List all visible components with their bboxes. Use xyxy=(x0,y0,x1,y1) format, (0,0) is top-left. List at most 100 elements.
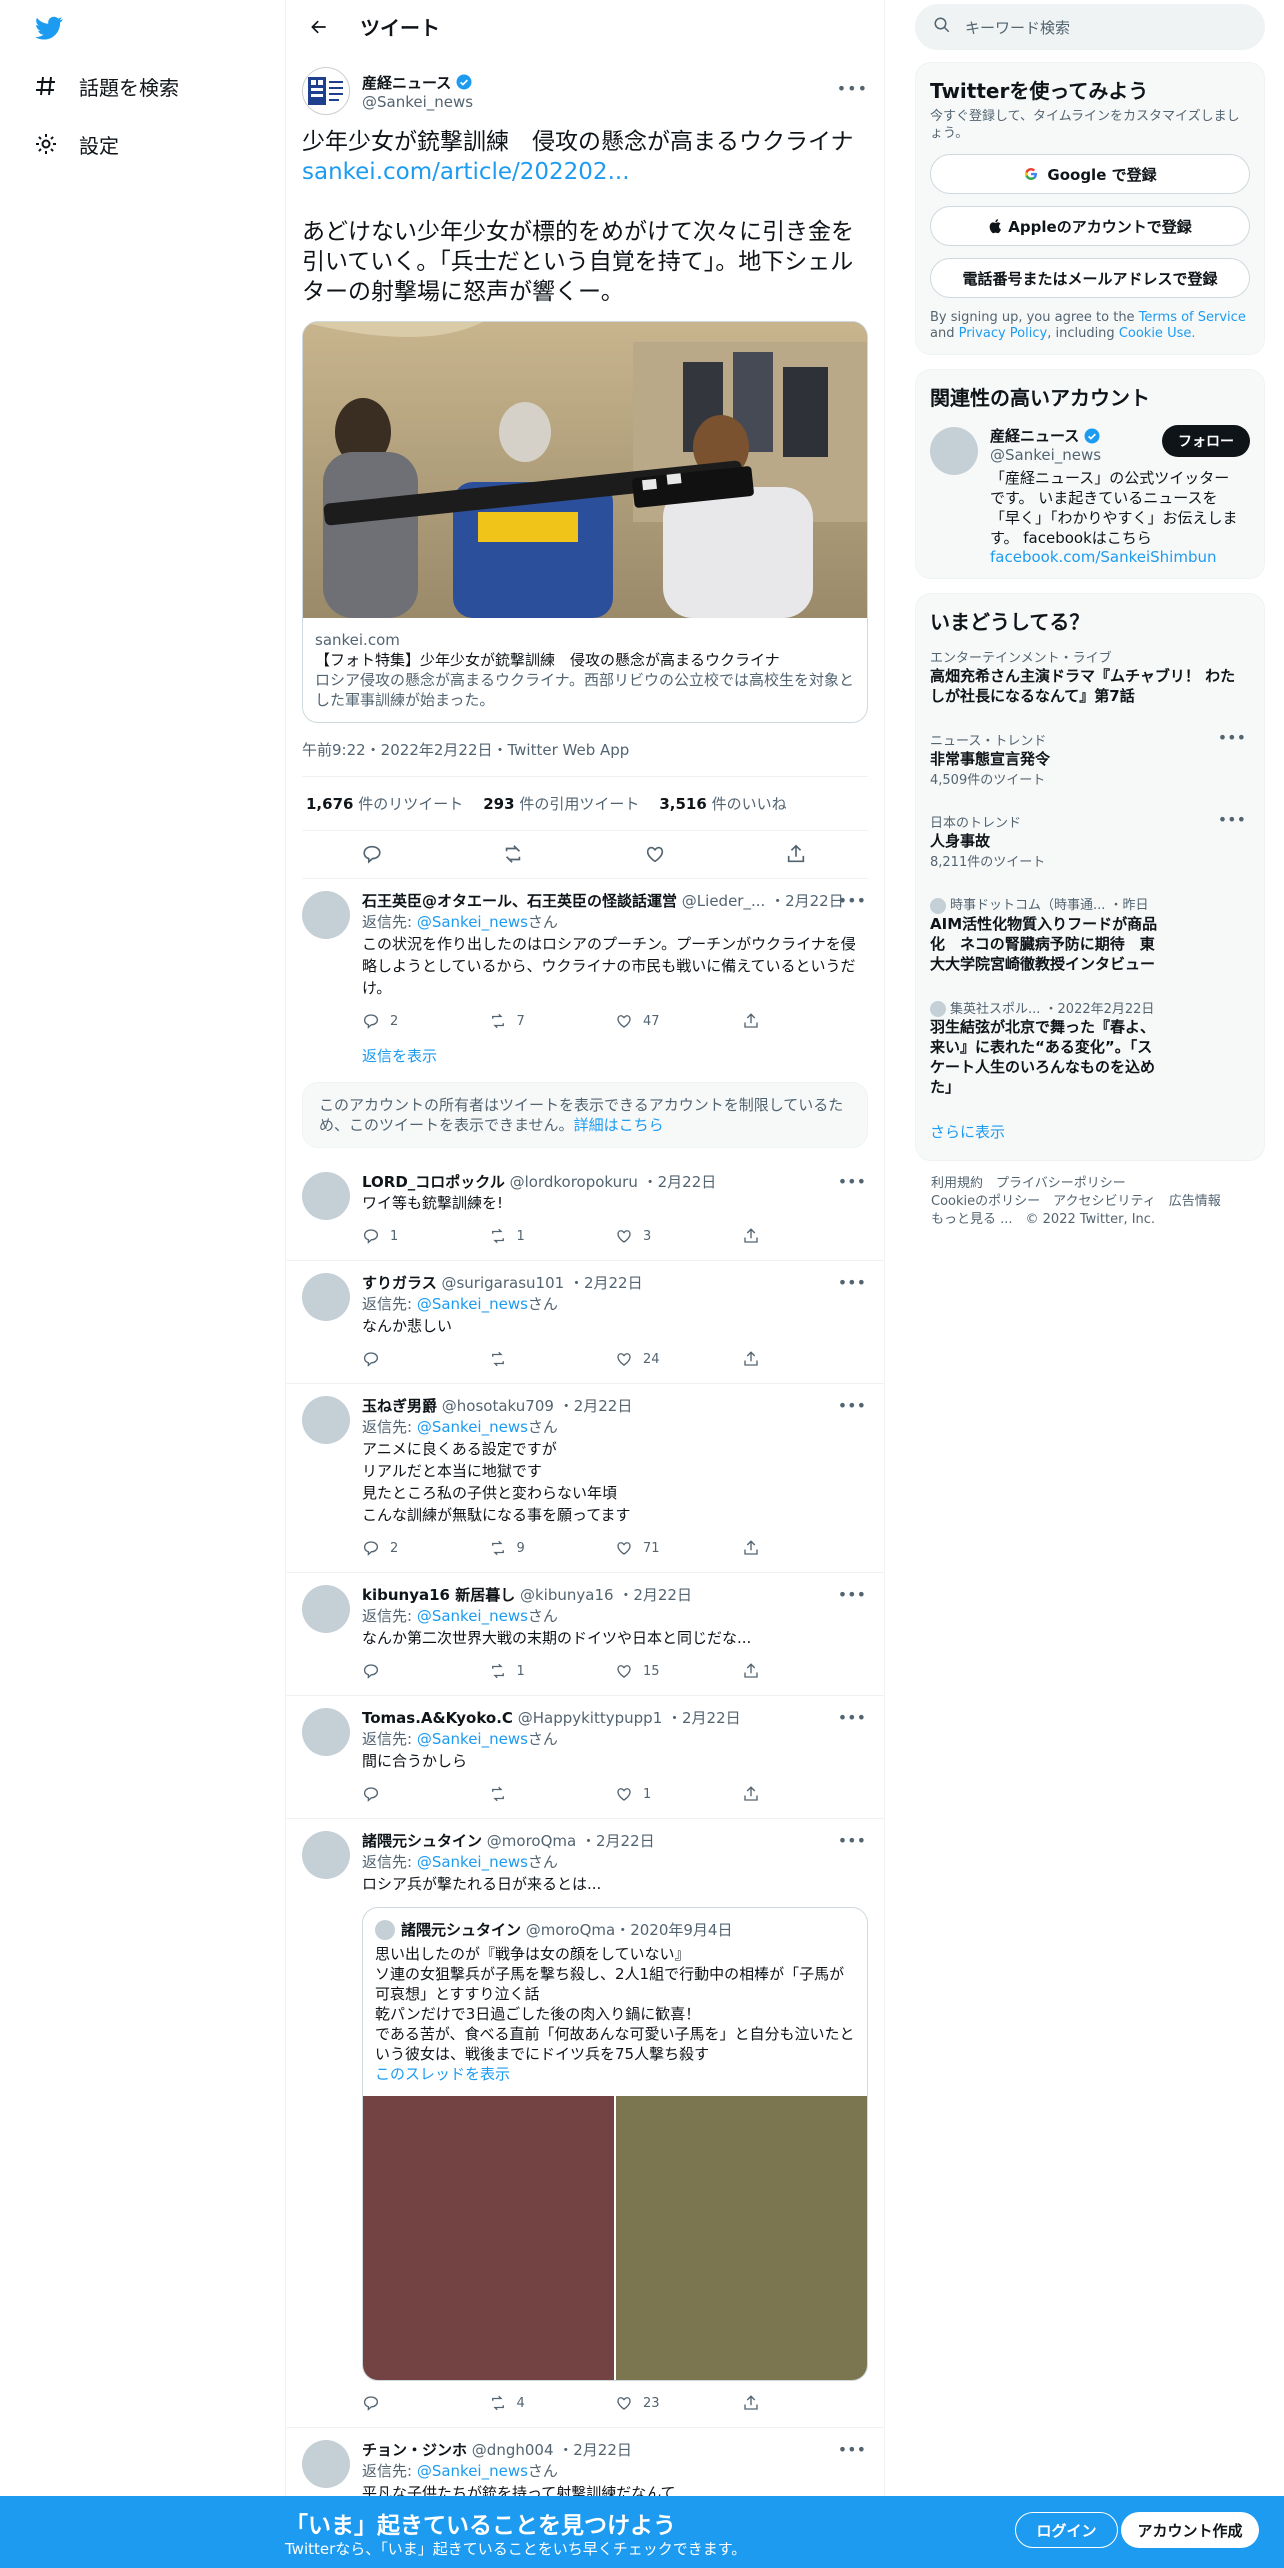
avatar[interactable] xyxy=(930,427,978,475)
show-thread-link[interactable]: このスレッドを表示 xyxy=(375,2064,855,2084)
reply-date[interactable]: ・2月22日 xyxy=(643,1173,717,1191)
reply-author-name[interactable]: 玉ねぎ男爵 xyxy=(362,1397,437,1415)
signup-button[interactable]: アカウント作成 xyxy=(1121,2512,1259,2548)
avatar[interactable] xyxy=(302,1708,350,1756)
quote-image-1[interactable] xyxy=(363,2096,616,2380)
like-button[interactable]: 24 xyxy=(615,1350,742,1368)
trend-item[interactable]: 集英社スポル... ・2022年2月22日 羽生結弦が北京で舞った『春よ、来い』… xyxy=(930,986,1250,1110)
reply-to-link[interactable]: @Sankei_news xyxy=(417,1853,528,1871)
reply-button[interactable] xyxy=(362,1662,489,1680)
share-button[interactable] xyxy=(742,1227,869,1245)
reply-button[interactable] xyxy=(362,1785,489,1803)
tweet-link[interactable]: sankei.com/article/202202... xyxy=(302,157,868,187)
reply-tweet[interactable]: kibunya16 新居暮し @kibunya16 ・2月22日 返信先: @S… xyxy=(286,1573,884,1696)
retweet-button[interactable]: 4 xyxy=(489,2394,616,2412)
trend-item[interactable]: ニュース・トレンド 非常事態宣言発令 4,509件のツイート ••• xyxy=(930,718,1250,800)
phone-email-signup-button[interactable]: 電話番号またはメールアドレスで登録 xyxy=(930,258,1250,298)
reply-tweet[interactable]: LORD_コロポックル @lordkoropokuru ・2月22日 ワイ等も銃… xyxy=(286,1160,884,1261)
twitter-logo-icon[interactable] xyxy=(33,14,65,42)
login-button[interactable]: ログイン xyxy=(1015,2512,1118,2548)
more-options-icon[interactable]: ••• xyxy=(1218,728,1246,747)
like-button[interactable]: 47 xyxy=(615,1012,742,1030)
more-options-icon[interactable]: ••• xyxy=(838,1585,866,1604)
reply-tweet[interactable]: 玉ねぎ男爵 @hosotaku709 ・2月22日 返信先: @Sankei_n… xyxy=(286,1384,884,1573)
reply-handle[interactable]: @moroQma xyxy=(487,1832,576,1850)
footer-line[interactable]: もっと見る ... © 2022 Twitter, Inc. xyxy=(931,1211,1249,1229)
search-input[interactable]: キーワード検索 xyxy=(965,17,1070,38)
reply-author-name[interactable]: 諸隈元シュタイン xyxy=(362,1832,482,1850)
share-button[interactable] xyxy=(742,1012,869,1030)
avatar[interactable] xyxy=(302,1273,350,1321)
reply-author-name[interactable]: チョン・ジンホ xyxy=(362,2441,467,2459)
reply-button[interactable] xyxy=(362,2394,489,2412)
reply-handle[interactable]: @kibunya16 xyxy=(520,1586,614,1604)
like-button[interactable]: 15 xyxy=(615,1662,742,1680)
retweet-button[interactable] xyxy=(489,1785,616,1803)
like-button[interactable]: 3 xyxy=(615,1227,742,1245)
tweet-timestamp[interactable]: 午前9:22・2022年2月22日・Twitter Web App xyxy=(302,723,868,777)
share-button[interactable] xyxy=(742,1785,869,1803)
related-account-link[interactable]: facebook.com/SankeiShimbun xyxy=(990,548,1240,566)
reply-author-name[interactable]: LORD_コロポックル xyxy=(362,1173,505,1191)
author-name[interactable]: 産経ニュース xyxy=(362,72,473,93)
reply-to-link[interactable]: @Sankei_news xyxy=(417,1418,528,1436)
reply-handle[interactable]: @dngh004 xyxy=(472,2441,554,2459)
link-card[interactable]: sankei.com 【フォト特集】少年少女が銃撃訓練 侵攻の懸念が高まるウクラ… xyxy=(302,321,868,723)
share-icon[interactable] xyxy=(785,843,809,867)
more-options-icon[interactable]: ••• xyxy=(1218,810,1246,829)
share-button[interactable] xyxy=(742,2394,869,2412)
retweet-button[interactable]: 1 xyxy=(489,1227,616,1245)
trend-item[interactable]: エンターテインメント・ライブ 高畑充希さん主演ドラマ『ムチャブリ！ わたしが社長… xyxy=(930,635,1250,718)
reply-handle[interactable]: @lordkoropokuru xyxy=(510,1173,638,1191)
share-button[interactable] xyxy=(742,1539,869,1557)
reply-author-name[interactable]: 石王英臣@オタエール、石王英臣の怪談話運営 xyxy=(362,892,677,910)
reply-date[interactable]: ・2月22日 xyxy=(581,1832,655,1850)
share-button[interactable] xyxy=(742,1662,869,1680)
quote-count[interactable]: 293 件の引用ツイート xyxy=(483,793,639,814)
quote-image-2[interactable] xyxy=(616,2096,867,2380)
reply-date[interactable]: ・2月22日 xyxy=(559,1397,633,1415)
reply-tweet[interactable]: 石王英臣@オタエール、石王英臣の怪談話運営 @Lieder_... ・2月22日… xyxy=(286,879,884,1070)
terms-of-service-link[interactable]: Terms of Service xyxy=(1139,310,1246,325)
avatar[interactable] xyxy=(302,1396,350,1444)
reply-tweet[interactable]: すりガラス @surigarasu101 ・2月22日 返信先: @Sankei… xyxy=(286,1261,884,1384)
reply-to-link[interactable]: @Sankei_news xyxy=(417,1607,528,1625)
reply-date[interactable]: ・2月22日 xyxy=(569,1274,643,1292)
related-account[interactable]: 産経ニュース @Sankei_news 「産経ニュース」の公式ツイッターです。 … xyxy=(930,425,1250,566)
author-handle[interactable]: @Sankei_news xyxy=(362,93,473,111)
more-options-icon[interactable]: ••• xyxy=(838,1831,866,1850)
reply-author-name[interactable]: kibunya16 新居暮し xyxy=(362,1586,515,1604)
more-options-icon[interactable]: ••• xyxy=(838,2440,866,2459)
nav-explore[interactable]: 話題を検索 xyxy=(33,66,179,106)
more-options-icon[interactable]: ••• xyxy=(838,891,866,910)
like-button[interactable]: 71 xyxy=(615,1539,742,1557)
search-bar[interactable]: キーワード検索 xyxy=(915,4,1265,50)
avatar[interactable] xyxy=(302,2440,350,2488)
reply-button[interactable]: 1 xyxy=(362,1227,489,1245)
like-button[interactable]: 23 xyxy=(615,2394,742,2412)
google-signup-button[interactable]: Google で登録 xyxy=(930,154,1250,194)
footer-line[interactable]: Cookieのポリシー アクセシビリティ 広告情報 xyxy=(931,1193,1249,1211)
nav-settings[interactable]: 設定 xyxy=(33,124,119,164)
reply-to-link[interactable]: @Sankei_news xyxy=(417,913,528,931)
reply-button[interactable]: 2 xyxy=(362,1012,489,1030)
reply-icon[interactable] xyxy=(361,843,385,867)
reply-button[interactable] xyxy=(362,1350,489,1368)
like-button[interactable]: 1 xyxy=(615,1785,742,1803)
avatar[interactable] xyxy=(302,67,350,115)
avatar[interactable] xyxy=(302,1585,350,1633)
more-options-icon[interactable]: ••• xyxy=(838,1172,866,1191)
like-icon[interactable] xyxy=(644,843,668,867)
show-replies-link[interactable]: 返信を表示 xyxy=(362,1045,868,1066)
footer-line[interactable]: 利用規約 プライバシーポリシー xyxy=(931,1175,1249,1193)
apple-signup-button[interactable]: Appleのアカウントで登録 xyxy=(930,206,1250,246)
share-button[interactable] xyxy=(742,1350,869,1368)
trend-item[interactable]: 日本のトレンド 人身事故 8,211件のツイート ••• xyxy=(930,800,1250,882)
retweet-button[interactable]: 9 xyxy=(489,1539,616,1557)
show-more-link[interactable]: さらに表示 xyxy=(930,1109,1250,1148)
reply-author-name[interactable]: Tomas.A&Kyoko.C xyxy=(362,1709,513,1727)
reply-handle[interactable]: @Happykittypupp1 xyxy=(518,1709,663,1727)
reply-date[interactable]: ・2月22日 xyxy=(667,1709,741,1727)
reply-tweet[interactable]: Tomas.A&Kyoko.C @Happykittypupp1 ・2月22日 … xyxy=(286,1696,884,1819)
retweet-button[interactable]: 7 xyxy=(489,1012,616,1030)
